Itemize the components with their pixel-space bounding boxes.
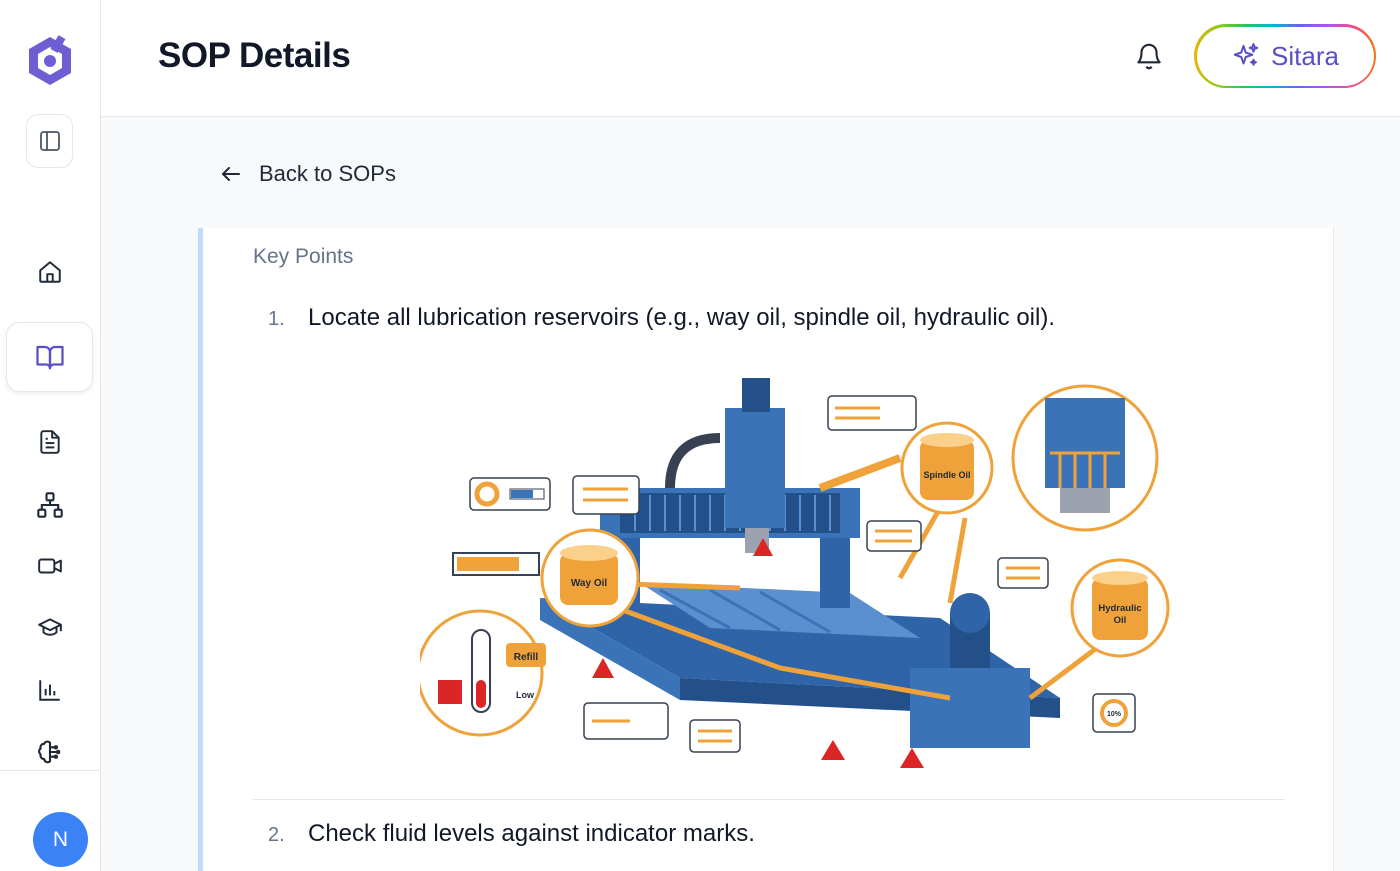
app-logo[interactable] bbox=[24, 34, 76, 88]
back-to-sops-link[interactable]: Back to SOPs bbox=[219, 161, 396, 187]
bar-chart-icon bbox=[39, 680, 60, 701]
refill-label: Refill bbox=[514, 652, 539, 663]
key-point-item: 1. Locate all lubrication reservoirs (e.… bbox=[268, 304, 1055, 332]
sidebar-item-videos[interactable] bbox=[0, 546, 100, 586]
sidebar-item-training[interactable] bbox=[0, 608, 100, 648]
logo-icon bbox=[29, 35, 71, 85]
way-oil-label: Way Oil bbox=[571, 578, 608, 589]
sop-content-card: Key Points 1. Locate all lubrication res… bbox=[198, 228, 1334, 871]
home-icon bbox=[39, 261, 61, 283]
sparkles-icon bbox=[1233, 43, 1259, 66]
sidebar-toggle-button[interactable] bbox=[26, 114, 73, 168]
bell-icon bbox=[1137, 43, 1161, 70]
key-point-divider bbox=[253, 799, 1285, 800]
sitara-assistant-button[interactable]: Sitara bbox=[1194, 24, 1376, 88]
page-title: SOP Details bbox=[158, 36, 351, 75]
lubrication-diagram-image: Way Oil Spindle Oil Hydraulic Oil Refill… bbox=[420, 378, 1170, 768]
file-text-icon bbox=[40, 430, 60, 454]
video-icon bbox=[38, 558, 62, 574]
sidebar-item-home[interactable] bbox=[0, 252, 100, 292]
graduation-cap-icon bbox=[38, 618, 62, 636]
panel-left-icon bbox=[39, 131, 60, 151]
page-header: SOP Details Sitara bbox=[101, 0, 1400, 117]
sitara-button-inner: Sitara bbox=[1196, 26, 1374, 86]
percent-label: 10% bbox=[1107, 711, 1122, 718]
key-point-text: Check fluid levels against indicator mar… bbox=[308, 820, 755, 847]
sidebar: N bbox=[0, 0, 101, 871]
network-icon bbox=[37, 492, 63, 518]
notifications-button[interactable] bbox=[1134, 40, 1164, 72]
low-label: Low bbox=[516, 690, 535, 700]
sidebar-item-org-chart[interactable] bbox=[0, 485, 100, 525]
back-link-label: Back to SOPs bbox=[259, 161, 396, 186]
main-content: Back to SOPs Key Points 1. Locate all lu… bbox=[101, 117, 1400, 871]
user-avatar[interactable]: N bbox=[33, 812, 88, 867]
sidebar-item-ai[interactable] bbox=[0, 732, 100, 772]
sidebar-item-documents[interactable] bbox=[0, 422, 100, 462]
brain-icon bbox=[38, 740, 61, 764]
key-point-item: 2. Check fluid levels against indicator … bbox=[268, 820, 755, 848]
key-point-text: Locate all lubrication reservoirs (e.g.,… bbox=[308, 304, 1055, 331]
avatar-initial: N bbox=[52, 827, 69, 851]
key-point-number: 1. bbox=[268, 308, 285, 330]
sitara-label: Sitara bbox=[1271, 40, 1339, 71]
sidebar-item-sops[interactable] bbox=[6, 322, 93, 392]
hydraulic-oil-label-1: Hydraulic bbox=[1098, 603, 1141, 614]
arrow-left-icon bbox=[222, 167, 240, 181]
sidebar-item-analytics[interactable] bbox=[0, 670, 100, 710]
spindle-oil-label: Spindle Oil bbox=[923, 470, 970, 480]
hydraulic-oil-label-2: Oil bbox=[1114, 615, 1127, 626]
book-open-icon bbox=[35, 345, 64, 370]
key-point-number: 2. bbox=[268, 824, 285, 846]
sidebar-divider bbox=[0, 770, 101, 771]
key-points-label: Key Points bbox=[253, 245, 354, 268]
